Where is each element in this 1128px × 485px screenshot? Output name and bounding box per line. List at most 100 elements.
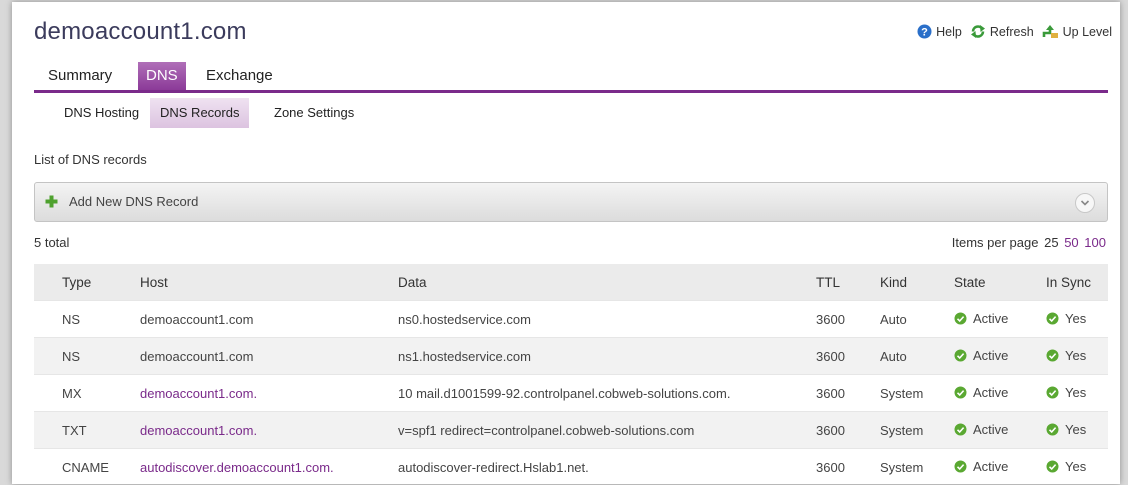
- check-circle-icon: [1046, 423, 1059, 436]
- items-per-page: Items per page 25 50 100: [952, 235, 1106, 250]
- cell-type: MX: [34, 375, 139, 412]
- table-row[interactable]: NSdemoaccount1.com ns1.hostedservice.com3…: [34, 338, 1108, 375]
- cell-state: Active: [953, 301, 1045, 338]
- table-row[interactable]: NSdemoaccount1.com ns0.hostedservice.com3…: [34, 301, 1108, 338]
- total-count: 5 total: [34, 235, 69, 250]
- cell-state: Active: [953, 449, 1045, 485]
- up-level-icon: [1042, 24, 1059, 39]
- refresh-icon: [970, 24, 986, 39]
- check-circle-icon: [1046, 349, 1059, 362]
- add-dns-record-label: Add New DNS Record: [69, 194, 198, 209]
- in-sync-label: Yes: [1065, 422, 1086, 437]
- page-size-50[interactable]: 50: [1064, 235, 1078, 250]
- cell-type: NS: [34, 301, 139, 338]
- host-link[interactable]: demoaccount1.com.: [140, 423, 257, 438]
- in-sync-label: Yes: [1065, 385, 1086, 400]
- cell-data: autodiscover-redirect.Hslab1.net.: [397, 449, 815, 485]
- subtab-dns-records[interactable]: DNS Records: [150, 98, 249, 128]
- column-header-data[interactable]: Data: [397, 264, 815, 301]
- help-label: Help: [936, 25, 962, 39]
- cell-type: CNAME: [34, 449, 139, 485]
- host-link[interactable]: autodiscover.demoaccount1.com.: [140, 460, 334, 475]
- cell-kind: Auto: [879, 301, 953, 338]
- chevron-down-icon: [1080, 199, 1090, 207]
- cell-ttl: 3600: [815, 301, 879, 338]
- check-circle-icon: [1046, 312, 1059, 325]
- in-sync-label: Yes: [1065, 459, 1086, 474]
- check-circle-icon: [1046, 460, 1059, 473]
- main-tab-bar: Summary DNS Exchange: [34, 62, 1108, 93]
- cell-data: v=spf1 redirect=controlpanel.cobweb-solu…: [397, 412, 815, 449]
- column-header-in-sync[interactable]: In Sync: [1045, 264, 1108, 301]
- header-actions: ? Help Refresh Up Level: [917, 24, 1112, 39]
- host-text: demoaccount1.com: [140, 312, 253, 327]
- up-level-label: Up Level: [1063, 25, 1112, 39]
- page-panel: demoaccount1.com ? Help Refresh Up Level…: [12, 2, 1120, 484]
- cell-in-sync: Yes: [1045, 412, 1108, 449]
- page-title: demoaccount1.com: [34, 18, 247, 46]
- help-icon: ?: [917, 24, 932, 39]
- cell-data: ns0.hostedservice.com: [397, 301, 815, 338]
- cell-kind: System: [879, 375, 953, 412]
- help-link[interactable]: ? Help: [917, 24, 962, 39]
- state-label: Active: [973, 348, 1008, 363]
- expand-toggle-button[interactable]: [1075, 193, 1095, 213]
- table-row[interactable]: MXdemoaccount1.com. 10 mail.d1001599-92.c…: [34, 375, 1108, 412]
- plus-icon: [45, 195, 58, 208]
- column-header-host[interactable]: Host: [139, 264, 397, 301]
- host-link[interactable]: demoaccount1.com.: [140, 386, 257, 401]
- cell-kind: Auto: [879, 338, 953, 375]
- column-header-type[interactable]: Type: [34, 264, 139, 301]
- subtab-dns-hosting[interactable]: DNS Hosting: [54, 98, 149, 128]
- state-label: Active: [973, 385, 1008, 400]
- page-size-100[interactable]: 100: [1084, 235, 1106, 250]
- cell-data: ns1.hostedservice.com: [397, 338, 815, 375]
- items-per-page-label: Items per page: [952, 235, 1039, 250]
- host-text: demoaccount1.com: [140, 349, 253, 364]
- check-circle-icon: [954, 386, 967, 399]
- subtab-zone-settings[interactable]: Zone Settings: [264, 98, 364, 128]
- svg-text:?: ?: [921, 27, 928, 39]
- tab-exchange[interactable]: Exchange: [198, 62, 281, 90]
- cell-type: TXT: [34, 412, 139, 449]
- list-heading: List of DNS records: [34, 152, 147, 167]
- cell-ttl: 3600: [815, 412, 879, 449]
- column-header-state[interactable]: State: [953, 264, 1045, 301]
- in-sync-label: Yes: [1065, 348, 1086, 363]
- cell-state: Active: [953, 375, 1045, 412]
- state-label: Active: [973, 459, 1008, 474]
- tab-dns[interactable]: DNS: [138, 62, 186, 90]
- refresh-link[interactable]: Refresh: [970, 24, 1034, 39]
- cell-host: demoaccount1.com: [139, 338, 397, 375]
- tab-summary[interactable]: Summary: [40, 62, 120, 90]
- in-sync-label: Yes: [1065, 311, 1086, 326]
- cell-state: Active: [953, 338, 1045, 375]
- table-row[interactable]: CNAMEautodiscover.demoaccount1.com. autod…: [34, 449, 1108, 485]
- check-circle-icon: [954, 423, 967, 436]
- add-dns-record-bar[interactable]: Add New DNS Record: [34, 182, 1108, 222]
- cell-host: demoaccount1.com.: [139, 375, 397, 412]
- cell-host: autodiscover.demoaccount1.com.: [139, 449, 397, 485]
- cell-ttl: 3600: [815, 449, 879, 485]
- cell-kind: System: [879, 412, 953, 449]
- cell-in-sync: Yes: [1045, 375, 1108, 412]
- dns-records-table: Type Host Data TTL Kind State In Sync NS…: [34, 264, 1108, 485]
- column-header-ttl[interactable]: TTL: [815, 264, 879, 301]
- state-label: Active: [973, 311, 1008, 326]
- column-header-kind[interactable]: Kind: [879, 264, 953, 301]
- cell-host: demoaccount1.com: [139, 301, 397, 338]
- cell-state: Active: [953, 412, 1045, 449]
- cell-data: 10 mail.d1001599-92.controlpanel.cobweb-…: [397, 375, 815, 412]
- check-circle-icon: [954, 312, 967, 325]
- cell-ttl: 3600: [815, 375, 879, 412]
- cell-in-sync: Yes: [1045, 449, 1108, 485]
- table-row[interactable]: TXTdemoaccount1.com. v=spf1 redirect=cont…: [34, 412, 1108, 449]
- page-size-25: 25: [1044, 235, 1058, 250]
- cell-ttl: 3600: [815, 338, 879, 375]
- cell-type: NS: [34, 338, 139, 375]
- check-circle-icon: [1046, 386, 1059, 399]
- cell-in-sync: Yes: [1045, 338, 1108, 375]
- state-label: Active: [973, 422, 1008, 437]
- refresh-label: Refresh: [990, 25, 1034, 39]
- up-level-link[interactable]: Up Level: [1042, 24, 1112, 39]
